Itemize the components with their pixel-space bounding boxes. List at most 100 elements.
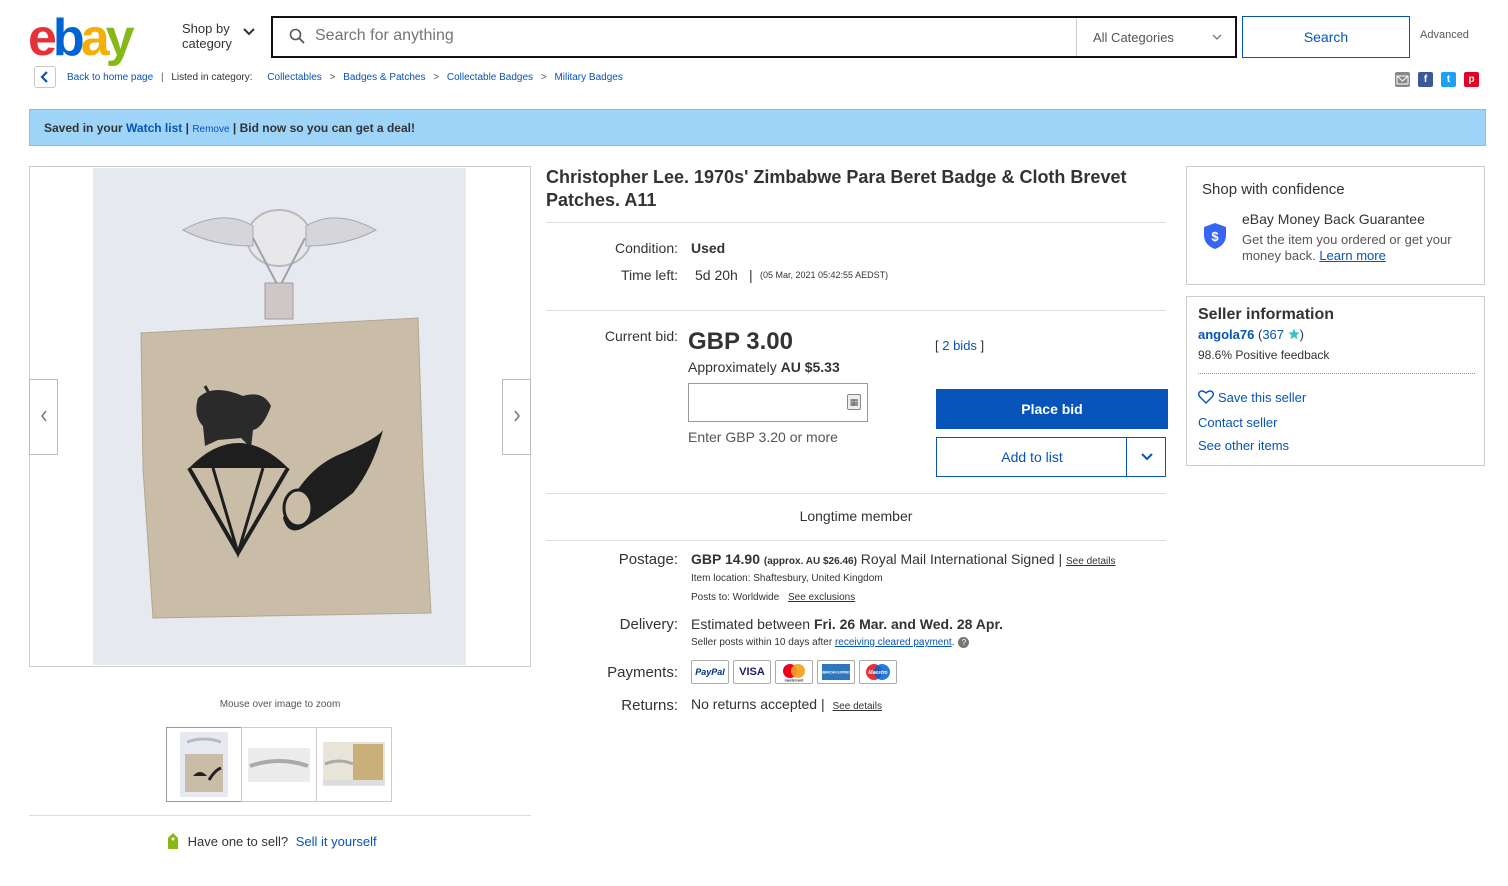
amex-icon: AMERICAN EXPRESS xyxy=(817,660,855,684)
thumbnail-2[interactable] xyxy=(241,727,317,802)
divider xyxy=(546,540,1166,541)
back-to-home-link[interactable]: Back to home page xyxy=(67,72,153,83)
search-bar: All Categories xyxy=(271,16,1237,58)
posts-to-text: Posts to: Worldwide xyxy=(691,592,780,603)
payments-label: Payments: xyxy=(607,664,678,681)
posts-to: Posts to: Worldwide See exclusions xyxy=(691,592,855,603)
divider xyxy=(546,310,1166,311)
breadcrumb-item-collectables[interactable]: Collectables xyxy=(267,72,321,83)
breadcrumb-item-badges-patches[interactable]: Badges & Patches xyxy=(343,72,425,83)
email-icon[interactable] xyxy=(1395,72,1410,87)
feedback-score-link[interactable]: 367 xyxy=(1262,327,1284,342)
next-image-button[interactable] xyxy=(502,379,531,455)
search-button[interactable]: Search xyxy=(1242,16,1410,58)
amex-wordmark: AMERICAN EXPRESS xyxy=(819,671,854,675)
divider xyxy=(546,493,1166,494)
returns-row: No returns accepted | See details xyxy=(691,696,882,712)
listed-in-label: Listed in category: xyxy=(171,72,253,83)
contact-seller-link[interactable]: Contact seller xyxy=(1198,415,1277,430)
save-seller-link[interactable]: Save this seller xyxy=(1218,390,1306,405)
pinterest-icon[interactable]: p xyxy=(1464,72,1479,87)
approx-price: Approximately AU $5.33 xyxy=(688,359,840,375)
maestro-wordmark: Maestro xyxy=(868,670,887,676)
thumbnail-image xyxy=(248,748,310,782)
delivery-prefix: Estimated between xyxy=(691,616,811,632)
banner-separator: | xyxy=(182,121,193,135)
item-location: Item location: Shaftesbury, United Kingd… xyxy=(691,573,883,584)
chevron-right-icon xyxy=(513,410,520,422)
logo-letter: y xyxy=(105,9,135,67)
learn-more-link[interactable]: Learn more xyxy=(1319,248,1385,263)
save-seller-row[interactable]: Save this seller xyxy=(1197,390,1306,405)
shop-with-confidence-panel: Shop with confidence $ eBay Money Back G… xyxy=(1186,166,1485,285)
breadcrumb-separator: > xyxy=(329,72,336,83)
bids-count: [ 2 bids ] xyxy=(935,338,985,353)
confidence-title: Shop with confidence xyxy=(1202,181,1345,198)
bid-hint: Enter GBP 3.20 or more xyxy=(688,429,838,445)
previous-image-button[interactable] xyxy=(29,379,58,455)
time-left-separator: | xyxy=(749,267,753,283)
postage-approx: (approx. AU $26.46) xyxy=(763,556,857,567)
longtime-member: Longtime member xyxy=(799,508,913,524)
bid-amount-input[interactable]: ▦ xyxy=(688,383,868,422)
svg-text:$: $ xyxy=(1211,229,1219,244)
see-other-items-link[interactable]: See other items xyxy=(1198,438,1289,453)
remove-link[interactable]: Remove xyxy=(192,124,229,135)
postage-see-details-link[interactable]: See details xyxy=(1066,556,1115,567)
see-exclusions-link[interactable]: See exclusions xyxy=(788,592,855,603)
breadcrumb-item-military-badges[interactable]: Military Badges xyxy=(554,72,622,83)
postage-label: Postage: xyxy=(618,551,678,568)
seller-name-link[interactable]: angola76 xyxy=(1198,327,1254,342)
item-title: Christopher Lee. 1970s' Zimbabwe Para Be… xyxy=(546,167,1127,210)
add-to-list-label[interactable]: Add to list xyxy=(937,438,1127,476)
breadcrumb-item-collectable-badges[interactable]: Collectable Badges xyxy=(447,72,533,83)
chevron-down-icon xyxy=(243,28,255,36)
mastercard-wordmark: mastercard xyxy=(785,679,804,683)
thumbnail-1[interactable] xyxy=(166,727,242,802)
logo-letter: a xyxy=(80,9,110,67)
main-item-image[interactable] xyxy=(93,168,466,665)
category-select[interactable]: All Categories xyxy=(1076,18,1236,56)
shop-by-category-button[interactable]: Shop by category xyxy=(182,21,262,51)
chevron-left-icon xyxy=(40,410,47,422)
banner-text: Saved in your xyxy=(44,121,123,135)
help-icon[interactable]: ? xyxy=(958,637,970,648)
banner-text: | Bid now so you can get a deal! xyxy=(229,121,415,135)
returns-see-details-link[interactable]: See details xyxy=(833,701,882,712)
facebook-icon[interactable]: f xyxy=(1418,72,1433,87)
receiving-payment-link[interactable]: receiving cleared payment xyxy=(835,637,952,648)
delivery-row: Estimated between Fri. 26 Mar. and Wed. … xyxy=(691,616,1003,632)
search-icon xyxy=(289,28,305,44)
search-input[interactable] xyxy=(315,27,1055,45)
back-button[interactable] xyxy=(34,66,56,88)
mastercard-icon: mastercard xyxy=(775,660,813,684)
chevron-left-icon xyxy=(40,71,48,83)
mastercard-logo: mastercard xyxy=(783,664,805,683)
chevron-down-icon xyxy=(1212,34,1222,40)
divider xyxy=(546,222,1166,223)
delivery-label: Delivery: xyxy=(619,616,678,633)
guarantee-title: eBay Money Back Guarantee xyxy=(1242,211,1425,227)
sell-it-yourself-link[interactable]: Sell it yourself xyxy=(296,834,377,849)
time-left-value: 5d 20h xyxy=(695,267,738,283)
time-left-label: Time left: xyxy=(620,267,678,283)
maestro-logo: Maestro xyxy=(866,664,890,680)
twitter-icon[interactable]: t xyxy=(1441,72,1456,87)
postage-service: Royal Mail International Signed | xyxy=(860,551,1063,567)
seller-name-row: angola76 (367 ) xyxy=(1198,327,1304,342)
thumbnail-3[interactable] xyxy=(316,727,392,802)
advanced-search-link[interactable]: Advanced xyxy=(1420,29,1469,41)
add-to-list-dropdown[interactable] xyxy=(1126,438,1166,476)
ebay-logo[interactable]: ebay xyxy=(28,9,135,67)
visa-icon: VISA xyxy=(733,660,771,684)
place-bid-button[interactable]: Place bid xyxy=(936,389,1168,429)
category-select-value: All Categories xyxy=(1093,30,1174,45)
separator: | xyxy=(160,72,164,83)
heart-icon xyxy=(1197,390,1215,404)
current-bid-label: Current bid: xyxy=(604,328,678,344)
score-paren: ) xyxy=(1299,327,1304,342)
breadcrumb-separator: > xyxy=(433,72,440,83)
watchlist-link[interactable]: Watch list xyxy=(126,121,182,135)
calculator-icon[interactable]: ▦ xyxy=(847,394,861,410)
bids-link[interactable]: 2 bids xyxy=(942,338,977,353)
